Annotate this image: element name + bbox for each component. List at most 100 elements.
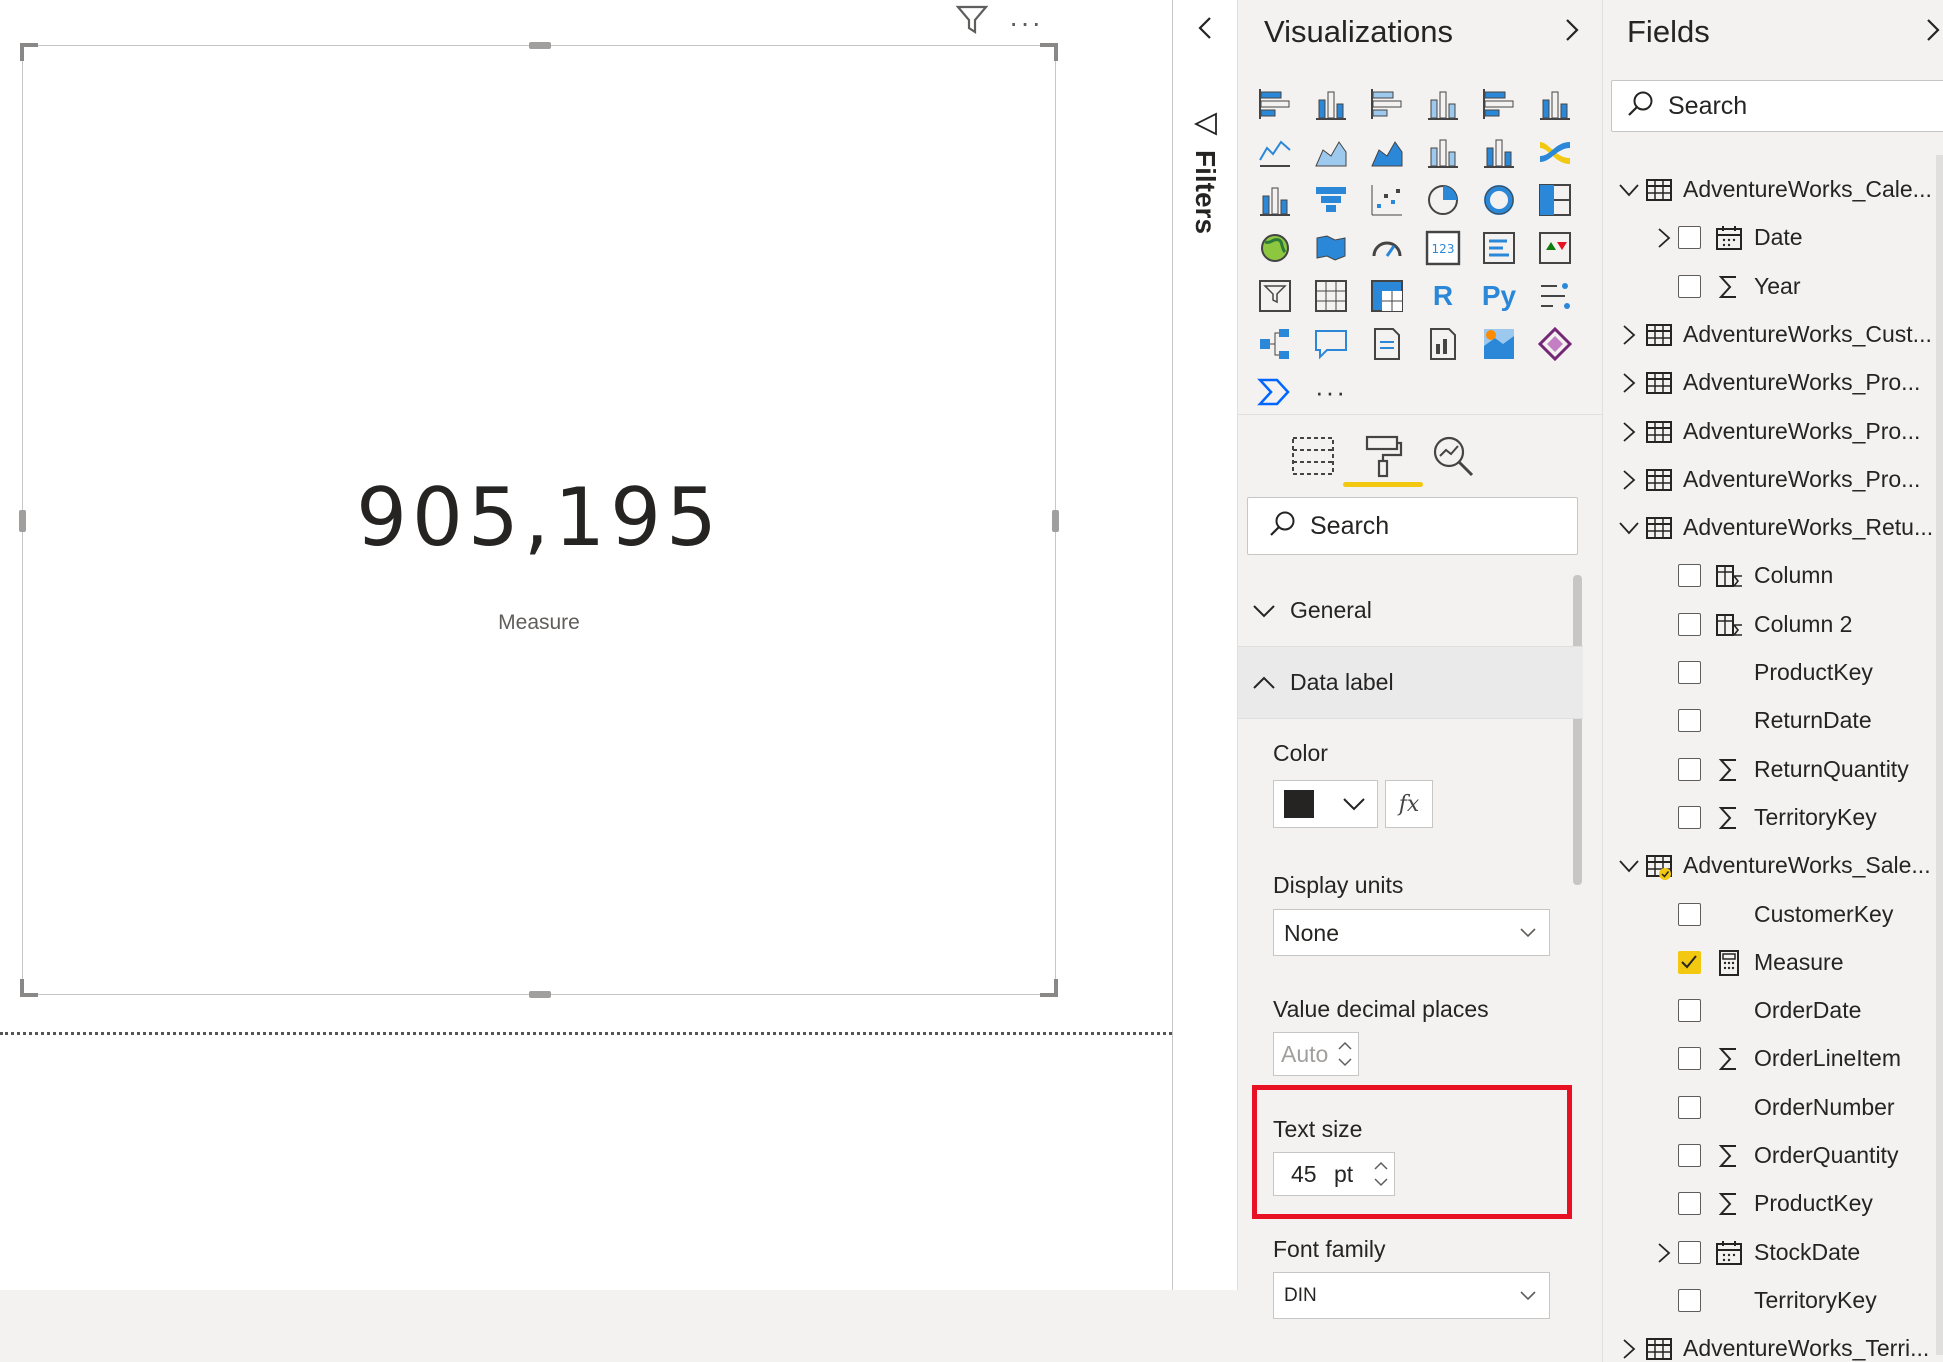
field-row[interactable]: ProductKey (1603, 1180, 1943, 1228)
field-checkbox[interactable] (1678, 612, 1701, 636)
field-row[interactable]: TerritoryKey (1603, 1277, 1943, 1325)
decimal-places-stepper[interactable]: Auto (1273, 1032, 1359, 1076)
spin-arrows-icon[interactable] (1372, 1155, 1390, 1193)
slicer-icon[interactable] (1247, 272, 1303, 320)
chevron-right-icon[interactable] (1618, 469, 1640, 491)
field-row[interactable]: OrderLineItem (1603, 1035, 1943, 1083)
section-data-label[interactable]: Data label (1238, 647, 1583, 719)
text-size-stepper[interactable]: 45 pt (1273, 1152, 1395, 1196)
font-color-picker[interactable] (1273, 780, 1378, 828)
tab-analytics[interactable] (1418, 426, 1488, 490)
display-units-dropdown[interactable]: None (1273, 909, 1550, 956)
line-and-clustered-column-chart-icon[interactable] (1471, 128, 1527, 176)
multi-row-card-icon[interactable] (1471, 224, 1527, 272)
python-visual-icon[interactable]: Py (1471, 272, 1527, 320)
field-row[interactable]: Column 2 (1603, 601, 1943, 649)
field-checkbox[interactable] (1678, 1192, 1701, 1216)
spin-arrows-icon[interactable] (1336, 1035, 1354, 1073)
field-checkbox[interactable] (1678, 757, 1701, 781)
section-general[interactable]: General (1238, 575, 1583, 647)
chevron-right-icon[interactable] (1618, 372, 1640, 394)
chevron-right-icon[interactable] (1921, 16, 1943, 44)
field-table-row[interactable]: AdventureWorks_Terri... (1603, 1325, 1943, 1362)
100-stacked-bar-chart-icon[interactable] (1471, 80, 1527, 128)
tab-fields-well[interactable] (1278, 426, 1348, 490)
resize-handle-bottom[interactable] (529, 991, 551, 998)
field-checkbox[interactable] (1678, 226, 1701, 250)
report-canvas[interactable]: ··· 905,195 Measure (0, 0, 1172, 1290)
arcgis-map-icon[interactable] (1471, 320, 1527, 368)
chevron-right-icon[interactable] (1618, 324, 1640, 346)
gauge-icon[interactable] (1359, 224, 1415, 272)
conditional-formatting-button[interactable]: fx (1385, 780, 1433, 828)
field-row[interactable]: ReturnQuantity (1603, 746, 1943, 794)
card-icon[interactable]: 123 (1415, 224, 1471, 272)
field-table-row[interactable]: AdventureWorks_Pro... (1603, 408, 1943, 456)
more-options-icon[interactable]: ··· (1009, 8, 1043, 37)
chevron-down-icon[interactable] (1618, 517, 1640, 539)
field-table-row[interactable]: AdventureWorks_Cale... (1603, 166, 1943, 214)
resize-handle-top-left[interactable] (20, 43, 38, 61)
font-family-dropdown[interactable]: DIN (1273, 1272, 1550, 1319)
field-checkbox[interactable] (1678, 805, 1701, 829)
resize-handle-bottom-right[interactable] (1040, 979, 1058, 997)
line-and-column-chart-icon[interactable] (1415, 128, 1471, 176)
clustered-bar-chart-icon[interactable] (1359, 80, 1415, 128)
field-checkbox[interactable] (1678, 661, 1701, 684)
field-checkbox[interactable] (1678, 1288, 1701, 1312)
field-row[interactable]: Column (1603, 552, 1943, 600)
more-visuals-icon[interactable]: ··· (1303, 368, 1359, 416)
field-row[interactable]: OrderDate (1603, 987, 1943, 1035)
filled-map-icon[interactable] (1303, 224, 1359, 272)
scatter-chart-icon[interactable] (1359, 176, 1415, 224)
matrix-icon[interactable] (1359, 272, 1415, 320)
field-row[interactable]: Measure (1603, 939, 1943, 987)
funnel-chart-icon[interactable] (1303, 176, 1359, 224)
tab-format[interactable] (1348, 426, 1418, 490)
100-stacked-column-chart-icon[interactable] (1527, 80, 1583, 128)
filters-label[interactable]: Filters (1189, 150, 1221, 234)
field-row[interactable]: OrderNumber (1603, 1084, 1943, 1132)
field-table-row[interactable]: AdventureWorks_Retu... (1603, 504, 1943, 552)
stacked-area-chart-icon[interactable] (1359, 128, 1415, 176)
filters-pane-collapsed[interactable]: Filters (1172, 0, 1238, 1290)
map-icon[interactable] (1247, 224, 1303, 272)
key-influencers-icon[interactable] (1527, 272, 1583, 320)
format-search-input[interactable]: Search (1247, 497, 1578, 555)
ribbon-chart-icon[interactable] (1527, 128, 1583, 176)
field-row[interactable]: StockDate (1603, 1229, 1943, 1277)
qa-icon[interactable] (1303, 320, 1359, 368)
r-script-visual-icon[interactable]: R (1415, 272, 1471, 320)
field-checkbox[interactable] (1678, 1144, 1701, 1167)
chevron-right-icon[interactable] (1618, 421, 1640, 443)
field-table-row[interactable]: AdventureWorks_Pro... (1603, 359, 1943, 407)
table-icon[interactable] (1303, 272, 1359, 320)
field-checkbox[interactable] (1678, 709, 1701, 733)
stacked-column-chart-icon[interactable] (1303, 80, 1359, 128)
field-checkbox[interactable] (1678, 1095, 1701, 1119)
field-table-row[interactable]: AdventureWorks_Pro... (1603, 456, 1943, 504)
waterfall-chart-icon[interactable] (1247, 176, 1303, 224)
paginated-report-icon[interactable] (1415, 320, 1471, 368)
field-checkbox[interactable] (1678, 999, 1701, 1023)
chevron-left-icon[interactable] (1192, 14, 1220, 42)
chevron-right-icon[interactable] (1653, 227, 1675, 249)
treemap-icon[interactable] (1527, 176, 1583, 224)
resize-handle-top-right[interactable] (1040, 43, 1058, 61)
kpi-icon[interactable] (1527, 224, 1583, 272)
chevron-right-icon[interactable] (1653, 1242, 1675, 1264)
pie-chart-icon[interactable] (1415, 176, 1471, 224)
field-row[interactable]: Date (1603, 214, 1943, 262)
chevron-right-icon[interactable] (1618, 1338, 1640, 1360)
resize-handle-bottom-left[interactable] (20, 979, 38, 997)
field-row[interactable]: ProductKey (1603, 649, 1943, 697)
chevron-down-icon[interactable] (1618, 179, 1640, 201)
line-chart-icon[interactable] (1247, 128, 1303, 176)
field-row[interactable]: OrderQuantity (1603, 1132, 1943, 1180)
field-row[interactable]: TerritoryKey (1603, 794, 1943, 842)
chevron-down-icon[interactable] (1618, 855, 1640, 877)
field-checkbox[interactable] (1678, 1240, 1701, 1264)
area-chart-icon[interactable] (1303, 128, 1359, 176)
field-checkbox[interactable] (1678, 274, 1701, 298)
field-checkbox[interactable] (1678, 902, 1701, 926)
